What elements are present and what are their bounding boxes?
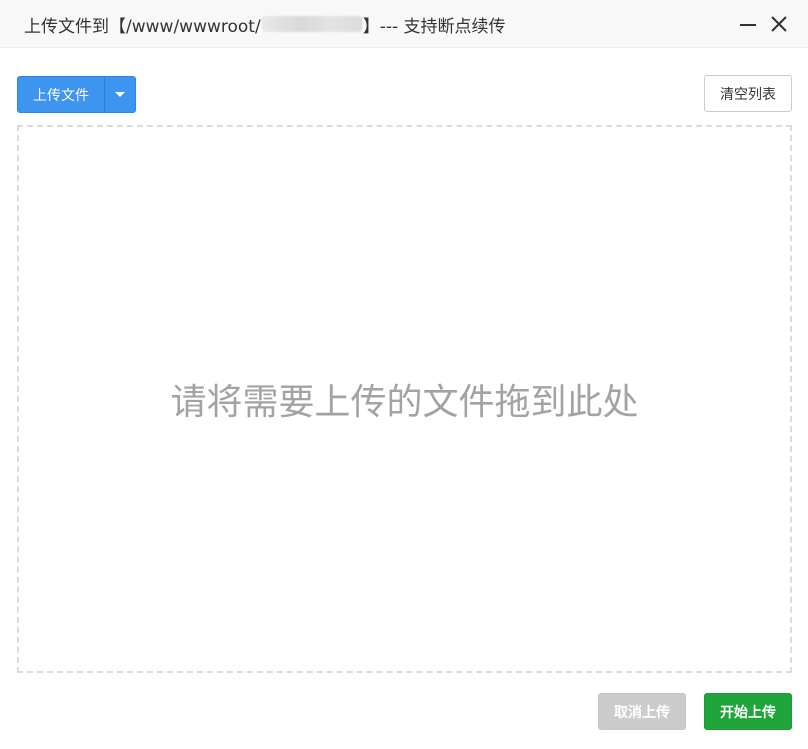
upload-button-group: 上传文件 [17, 76, 136, 113]
file-drop-zone[interactable]: 请将需要上传的文件拖到此处 [17, 125, 792, 673]
close-icon [771, 16, 787, 32]
minimize-icon [740, 24, 756, 26]
minimize-button[interactable] [735, 11, 761, 37]
upload-file-button[interactable]: 上传文件 [18, 77, 105, 112]
dialog-title: 上传文件到【/www/wwwroot/ 】--- 支持断点续传 [24, 0, 506, 48]
start-upload-button[interactable]: 开始上传 [704, 693, 792, 730]
dialog-titlebar: 上传文件到【/www/wwwroot/ 】--- 支持断点续传 [0, 0, 808, 48]
redacted-path-segment [261, 16, 362, 32]
drop-hint-text: 请将需要上传的文件拖到此处 [170, 382, 639, 423]
close-button[interactable] [766, 11, 792, 37]
clear-list-button[interactable]: 清空列表 [704, 75, 792, 112]
title-suffix: 】--- 支持断点续传 [362, 16, 506, 37]
cancel-upload-button[interactable]: 取消上传 [598, 693, 686, 730]
upload-dialog: 上传文件到【/www/wwwroot/ 】--- 支持断点续传 上传文件 清空列… [0, 0, 808, 749]
caret-down-icon [115, 92, 125, 97]
upload-options-dropdown[interactable] [105, 77, 135, 112]
title-prefix: 上传文件到【/www/wwwroot/ [24, 16, 261, 37]
